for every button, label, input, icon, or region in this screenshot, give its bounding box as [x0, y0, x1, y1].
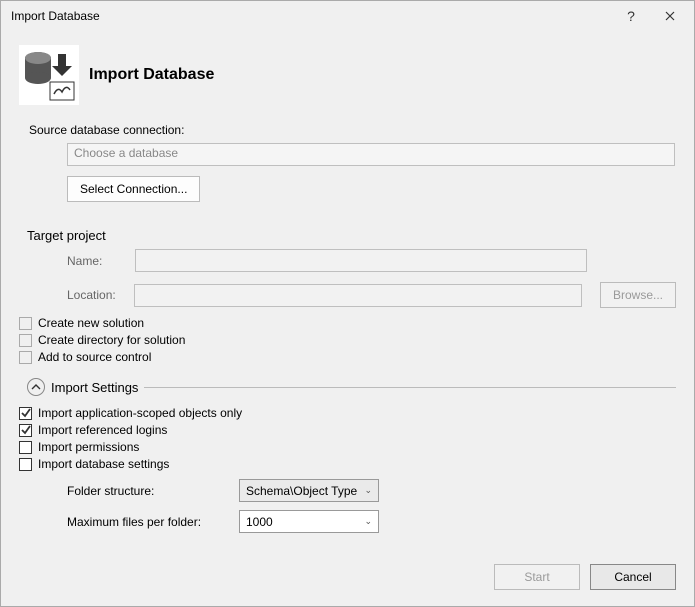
app-scoped-row: Import application-scoped objects only	[19, 406, 676, 420]
permissions-row: Import permissions	[19, 440, 676, 454]
help-button[interactable]: ?	[614, 2, 648, 30]
chevron-down-icon: ⌄	[364, 516, 372, 527]
create-directory-checkbox	[19, 334, 32, 347]
create-new-solution-checkbox	[19, 317, 32, 330]
folder-structure-label: Folder structure:	[67, 484, 239, 498]
max-files-select[interactable]: 1000 ⌄	[239, 510, 379, 533]
location-label: Location:	[67, 288, 134, 302]
create-directory-row: Create directory for solution	[19, 333, 676, 347]
location-row: Location: Browse...	[67, 282, 676, 308]
start-button[interactable]: Start	[494, 564, 580, 590]
source-section-label: Source database connection:	[29, 123, 676, 137]
add-source-control-checkbox	[19, 351, 32, 364]
source-database-input[interactable]: Choose a database	[67, 143, 675, 166]
create-new-solution-row: Create new solution	[19, 316, 676, 330]
import-database-dialog: Import Database ? Import Database Source	[0, 0, 695, 607]
folder-structure-value: Schema\Object Type	[246, 484, 357, 498]
permissions-checkbox[interactable]	[19, 441, 32, 454]
ref-logins-checkbox[interactable]	[19, 424, 32, 437]
db-settings-label: Import database settings	[38, 457, 169, 471]
ref-logins-row: Import referenced logins	[19, 423, 676, 437]
app-scoped-checkbox[interactable]	[19, 407, 32, 420]
max-files-value: 1000	[246, 515, 273, 529]
browse-button[interactable]: Browse...	[600, 282, 676, 308]
collapse-toggle[interactable]	[27, 378, 45, 396]
add-source-control-label: Add to source control	[38, 350, 151, 364]
dialog-footer: Start Cancel	[1, 554, 694, 606]
name-input[interactable]	[135, 249, 587, 272]
import-settings-label: Import Settings	[51, 380, 138, 395]
name-row: Name:	[67, 249, 676, 272]
location-input[interactable]	[134, 284, 582, 307]
target-project-label: Target project	[27, 228, 106, 243]
database-import-icon	[19, 45, 79, 105]
dialog-heading: Import Database	[89, 66, 214, 84]
dialog-content: Import Database Source database connecti…	[1, 31, 694, 554]
create-directory-label: Create directory for solution	[38, 333, 185, 347]
close-icon	[665, 11, 675, 21]
source-database-placeholder: Choose a database	[74, 146, 178, 160]
name-label: Name:	[67, 254, 135, 268]
titlebar: Import Database ?	[1, 1, 694, 31]
cancel-button[interactable]: Cancel	[590, 564, 676, 590]
import-settings-section: Import Settings	[27, 378, 676, 396]
max-files-label: Maximum files per folder:	[67, 515, 239, 529]
close-button[interactable]	[648, 2, 692, 30]
max-files-row: Maximum files per folder: 1000 ⌄	[67, 510, 676, 533]
select-connection-button[interactable]: Select Connection...	[67, 176, 200, 202]
chevron-down-icon: ⌄	[364, 485, 372, 496]
ref-logins-label: Import referenced logins	[38, 423, 167, 437]
permissions-label: Import permissions	[38, 440, 139, 454]
folder-structure-row: Folder structure: Schema\Object Type ⌄	[67, 479, 676, 502]
header: Import Database	[19, 45, 676, 105]
chevron-up-icon	[31, 382, 41, 392]
create-new-solution-label: Create new solution	[38, 316, 144, 330]
folder-structure-select[interactable]: Schema\Object Type ⌄	[239, 479, 379, 502]
app-scoped-label: Import application-scoped objects only	[38, 406, 242, 420]
db-settings-row: Import database settings	[19, 457, 676, 471]
section-divider	[144, 387, 676, 388]
add-source-control-row: Add to source control	[19, 350, 676, 364]
window-title: Import Database	[11, 9, 614, 23]
target-project-section: Target project	[27, 228, 676, 243]
db-settings-checkbox[interactable]	[19, 458, 32, 471]
